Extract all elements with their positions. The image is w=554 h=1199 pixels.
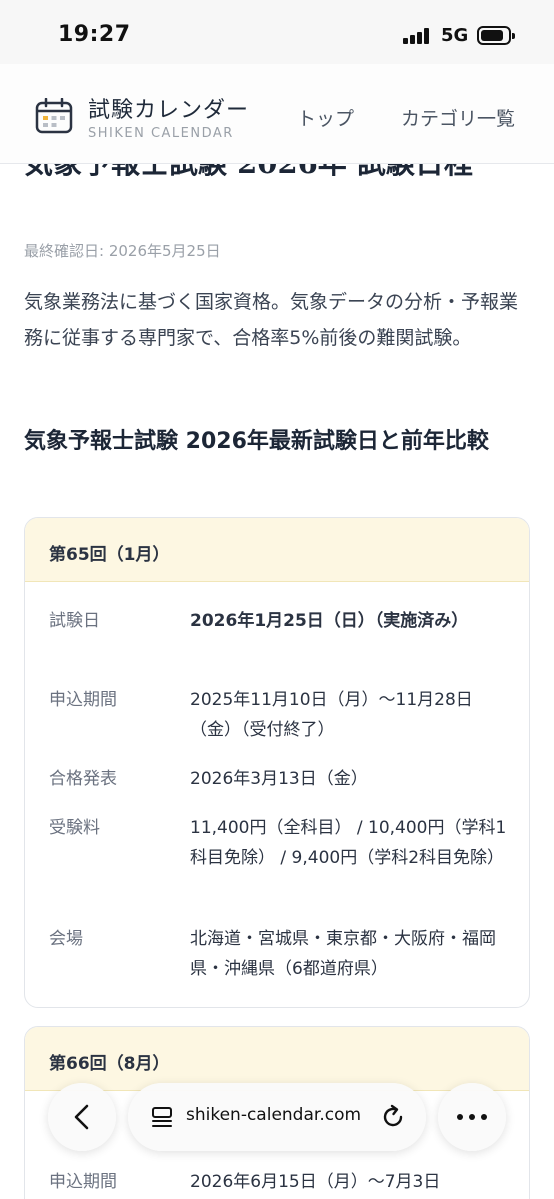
row-value: 2026年1月25日（日）（実施済み） — [190, 611, 469, 631]
address-bar[interactable]: shiken-calendar.com — [128, 1083, 426, 1151]
row-value: 北海道・宮城県・東京都・大阪府・福岡県・沖縄県（6都道府県） — [190, 929, 496, 979]
back-button[interactable] — [48, 1083, 116, 1151]
row-value: 2025年11月10日（月）〜11月28日（金）（受付終了） — [190, 690, 473, 740]
page-menu-icon[interactable] — [150, 1106, 174, 1128]
site-subtitle: SHIKEN CALENDAR — [88, 126, 234, 141]
section-heading: 気象予報士試験 2026年最新試験日と前年比較 — [24, 429, 489, 454]
nav-link-top[interactable]: トップ — [297, 104, 354, 131]
row-label: 受験料 — [49, 818, 100, 838]
row-label: 会場 — [49, 929, 83, 949]
exam-card-title: 第65回（1月） — [25, 518, 529, 582]
last-checked-date: 最終確認日: 2026年5月25日 — [24, 242, 221, 260]
row-label: 合格発表 — [49, 769, 117, 789]
cellular-signal-icon — [403, 28, 433, 44]
more-options-button[interactable] — [438, 1083, 506, 1151]
exam-card: 第65回（1月） 試験日 2026年1月25日（日）（実施済み） 申込期間 20… — [24, 517, 530, 1008]
reload-icon[interactable] — [380, 1104, 406, 1130]
calendar-logo-icon[interactable] — [35, 98, 73, 134]
status-time: 19:27 — [58, 22, 131, 47]
browser-toolbar: shiken-calendar.com — [0, 1074, 554, 1199]
site-header: 試験カレンダー SHIKEN CALENDAR トップ カテゴリ一覧 — [0, 64, 554, 164]
row-value: 11,400円（全科目） / 10,400円（学科1科目免除） / 9,400円… — [190, 818, 507, 868]
nav-link-categories[interactable]: カテゴリ一覧 — [401, 104, 515, 131]
url-text[interactable]: shiken-calendar.com — [186, 1105, 361, 1125]
status-bar: 19:27 5G — [0, 0, 554, 64]
chevron-left-icon — [74, 1104, 89, 1130]
site-title[interactable]: 試験カレンダー — [88, 92, 249, 124]
ellipsis-icon — [457, 1114, 487, 1120]
network-type: 5G — [441, 25, 469, 46]
row-label: 試験日 — [49, 611, 100, 631]
row-value: 2026年3月13日（金） — [190, 769, 368, 789]
row-label: 申込期間 — [49, 690, 117, 710]
intro-text: 気象業務法に基づく国家資格。気象データの分析・予報業務に従事する専門家で、合格率… — [24, 291, 519, 349]
battery-icon — [477, 26, 515, 45]
